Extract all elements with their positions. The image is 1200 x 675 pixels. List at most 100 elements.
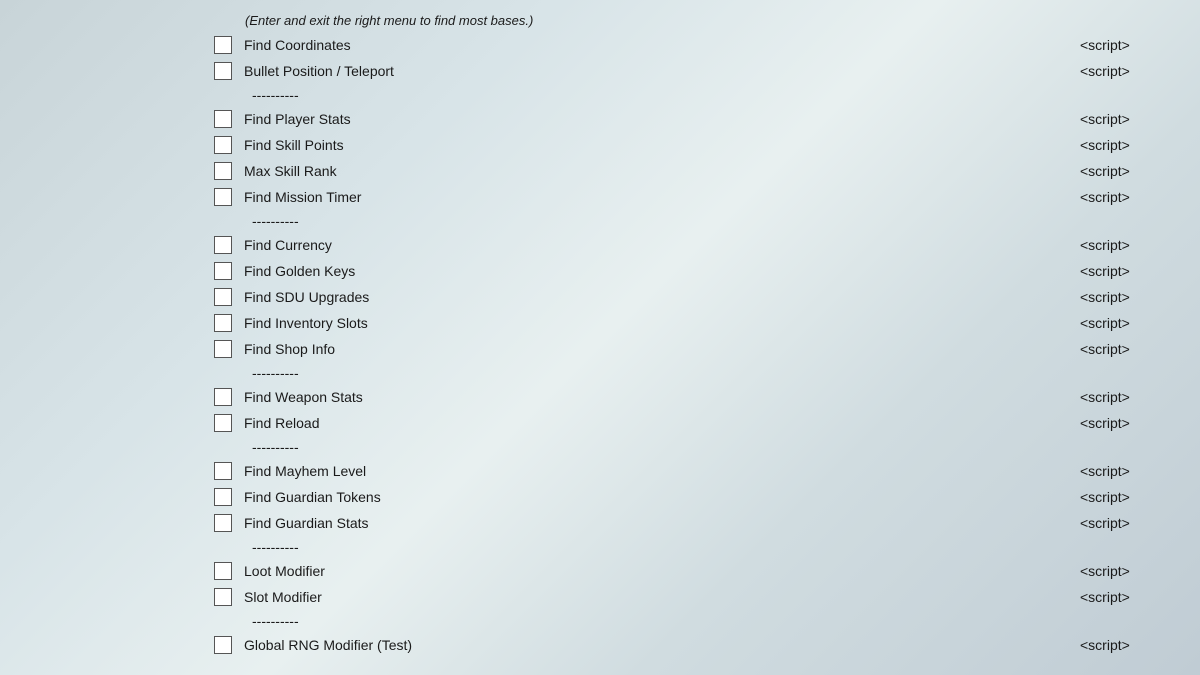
checkbox-find-inventory-slots[interactable]: [214, 314, 232, 332]
item-label-find-coordinates: Find Coordinates: [240, 37, 1080, 53]
item-script-find-weapon-stats[interactable]: <script>: [1080, 389, 1200, 405]
item-script-bullet-position[interactable]: <script>: [1080, 63, 1200, 79]
checkbox-slot-modifier[interactable]: [214, 588, 232, 606]
checkbox-area: [0, 162, 240, 180]
list-item-find-guardian-stats: Find Guardian Stats<script>: [0, 510, 1200, 536]
separator-label: ----------: [252, 365, 299, 381]
checkbox-area: [0, 236, 240, 254]
checkbox-loot-modifier[interactable]: [214, 562, 232, 580]
item-label-find-reload: Find Reload: [240, 415, 1080, 431]
separator-label: ----------: [252, 213, 299, 229]
item-label-find-inventory-slots: Find Inventory Slots: [240, 315, 1080, 331]
item-script-max-skill-rank[interactable]: <script>: [1080, 163, 1200, 179]
separator-row: ----------: [0, 210, 1200, 232]
list-item-find-golden-keys: Find Golden Keys<script>: [0, 258, 1200, 284]
separator-row: ----------: [0, 84, 1200, 106]
item-label-max-skill-rank: Max Skill Rank: [240, 163, 1080, 179]
list-item-loot-modifier: Loot Modifier<script>: [0, 558, 1200, 584]
separator-label: ----------: [252, 613, 299, 629]
item-script-find-guardian-stats[interactable]: <script>: [1080, 515, 1200, 531]
checkbox-area: [0, 388, 240, 406]
separator-row: ----------: [0, 536, 1200, 558]
item-script-find-guardian-tokens[interactable]: <script>: [1080, 489, 1200, 505]
list-item-find-guardian-tokens: Find Guardian Tokens<script>: [0, 484, 1200, 510]
item-script-find-reload[interactable]: <script>: [1080, 415, 1200, 431]
item-label-find-shop-info: Find Shop Info: [240, 341, 1080, 357]
checkbox-area: [0, 414, 240, 432]
separator-row: ----------: [0, 362, 1200, 384]
list-item-max-skill-rank: Max Skill Rank<script>: [0, 158, 1200, 184]
list-item-global-rng-modifier: Global RNG Modifier (Test)<script>: [0, 632, 1200, 658]
item-label-loot-modifier: Loot Modifier: [240, 563, 1080, 579]
checkbox-area: [0, 562, 240, 580]
item-label-find-golden-keys: Find Golden Keys: [240, 263, 1080, 279]
checkbox-area: [0, 588, 240, 606]
checkbox-find-player-stats[interactable]: [214, 110, 232, 128]
item-script-find-sdu-upgrades[interactable]: <script>: [1080, 289, 1200, 305]
list-item-find-mission-timer: Find Mission Timer<script>: [0, 184, 1200, 210]
list-item-find-currency: Find Currency<script>: [0, 232, 1200, 258]
checkbox-area: [0, 288, 240, 306]
checkbox-find-shop-info[interactable]: [214, 340, 232, 358]
list-item-find-mayhem-level: Find Mayhem Level<script>: [0, 458, 1200, 484]
checkbox-area: [0, 636, 240, 654]
item-script-find-inventory-slots[interactable]: <script>: [1080, 315, 1200, 331]
separator-label: ----------: [252, 87, 299, 103]
item-script-find-shop-info[interactable]: <script>: [1080, 341, 1200, 357]
checkbox-find-guardian-tokens[interactable]: [214, 488, 232, 506]
separator-label: ----------: [252, 439, 299, 455]
checkbox-find-mission-timer[interactable]: [214, 188, 232, 206]
list-item-find-coordinates: Find Coordinates<script>: [0, 32, 1200, 58]
checkbox-find-mayhem-level[interactable]: [214, 462, 232, 480]
checkbox-find-golden-keys[interactable]: [214, 262, 232, 280]
item-label-global-rng-modifier: Global RNG Modifier (Test): [240, 637, 1080, 653]
checkbox-find-coordinates[interactable]: [214, 36, 232, 54]
checkbox-global-rng-modifier[interactable]: [214, 636, 232, 654]
item-label-find-weapon-stats: Find Weapon Stats: [240, 389, 1080, 405]
item-script-find-player-stats[interactable]: <script>: [1080, 111, 1200, 127]
checkbox-find-reload[interactable]: [214, 414, 232, 432]
item-label-find-guardian-stats: Find Guardian Stats: [240, 515, 1080, 531]
list-item-find-sdu-upgrades: Find SDU Upgrades<script>: [0, 284, 1200, 310]
checkbox-area: [0, 514, 240, 532]
checkbox-find-sdu-upgrades[interactable]: [214, 288, 232, 306]
item-script-global-rng-modifier[interactable]: <script>: [1080, 637, 1200, 653]
checkbox-area: [0, 36, 240, 54]
separator-row: ----------: [0, 610, 1200, 632]
list-item-find-weapon-stats: Find Weapon Stats<script>: [0, 384, 1200, 410]
checkbox-area: [0, 62, 240, 80]
separator-label: ----------: [252, 539, 299, 555]
checkbox-area: [0, 314, 240, 332]
item-label-find-skill-points: Find Skill Points: [240, 137, 1080, 153]
list-item-bullet-position: Bullet Position / Teleport<script>: [0, 58, 1200, 84]
main-container: (Enter and exit the right menu to find m…: [0, 0, 1200, 675]
item-label-bullet-position: Bullet Position / Teleport: [240, 63, 1080, 79]
list-item-find-skill-points: Find Skill Points<script>: [0, 132, 1200, 158]
item-script-slot-modifier[interactable]: <script>: [1080, 589, 1200, 605]
header-note: (Enter and exit the right menu to find m…: [245, 13, 533, 28]
item-script-find-skill-points[interactable]: <script>: [1080, 137, 1200, 153]
list-item-find-reload: Find Reload<script>: [0, 410, 1200, 436]
checkbox-find-skill-points[interactable]: [214, 136, 232, 154]
item-script-find-golden-keys[interactable]: <script>: [1080, 263, 1200, 279]
checkbox-area: [0, 462, 240, 480]
checkbox-area: [0, 188, 240, 206]
list-item-find-player-stats: Find Player Stats<script>: [0, 106, 1200, 132]
item-label-find-mayhem-level: Find Mayhem Level: [240, 463, 1080, 479]
checkbox-area: [0, 340, 240, 358]
item-script-find-currency[interactable]: <script>: [1080, 237, 1200, 253]
item-script-find-coordinates[interactable]: <script>: [1080, 37, 1200, 53]
item-label-find-currency: Find Currency: [240, 237, 1080, 253]
item-script-loot-modifier[interactable]: <script>: [1080, 563, 1200, 579]
item-script-find-mission-timer[interactable]: <script>: [1080, 189, 1200, 205]
checkbox-max-skill-rank[interactable]: [214, 162, 232, 180]
checkbox-area: [0, 110, 240, 128]
checkbox-find-currency[interactable]: [214, 236, 232, 254]
item-label-find-sdu-upgrades: Find SDU Upgrades: [240, 289, 1080, 305]
items-container: Find Coordinates<script>Bullet Position …: [0, 32, 1200, 658]
checkbox-find-weapon-stats[interactable]: [214, 388, 232, 406]
checkbox-area: [0, 488, 240, 506]
item-script-find-mayhem-level[interactable]: <script>: [1080, 463, 1200, 479]
checkbox-find-guardian-stats[interactable]: [214, 514, 232, 532]
checkbox-bullet-position[interactable]: [214, 62, 232, 80]
